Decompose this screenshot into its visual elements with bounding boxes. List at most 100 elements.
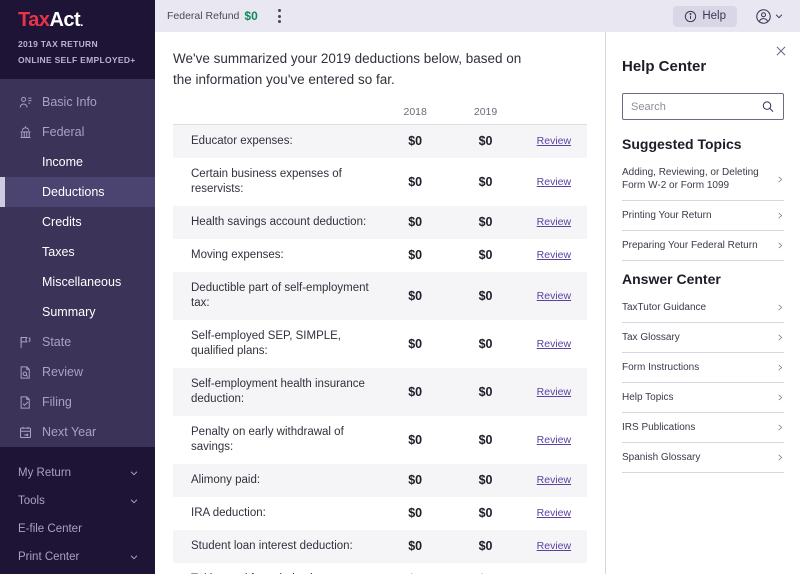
- logo-dot: .: [80, 17, 83, 29]
- sidebar-item-label: E-file Center: [18, 523, 82, 535]
- review-link[interactable]: Review: [537, 176, 571, 188]
- sidebar-item-efile-center[interactable]: E-file Center: [0, 515, 155, 543]
- review-link[interactable]: Review: [537, 290, 571, 302]
- answer-center-item[interactable]: Help Topics: [622, 383, 784, 413]
- close-icon[interactable]: [774, 44, 788, 58]
- row-label: Certain business expenses of reservists:: [191, 168, 342, 195]
- review-link[interactable]: Review: [537, 135, 571, 147]
- info-icon: [685, 10, 697, 22]
- sidebar-subitem-label: Deductions: [42, 185, 105, 199]
- sidebar-item-label: Review: [42, 365, 83, 379]
- row-value-2019: $0: [478, 384, 493, 399]
- sidebar-subitem-deductions[interactable]: Deductions: [0, 177, 155, 207]
- row-value-2018: $0: [408, 174, 423, 189]
- sidebar-subitem-credits[interactable]: Credits: [0, 207, 155, 237]
- review-link[interactable]: Review: [537, 434, 571, 446]
- row-value-2018: $0: [408, 432, 423, 447]
- taxact-logo[interactable]: TaxAct.: [18, 8, 155, 35]
- review-link[interactable]: Review: [537, 338, 571, 350]
- review-link[interactable]: Review: [537, 386, 571, 398]
- deductions-table: 2018 2019 Educator expenses: $0 $0 Revie…: [173, 106, 587, 574]
- row-value-2019: $0: [478, 248, 493, 262]
- search-input[interactable]: [631, 100, 762, 113]
- row-value-2018: $0: [408, 134, 423, 148]
- row-value-2018: $0: [408, 248, 423, 262]
- row-value-2019: $0: [478, 432, 493, 447]
- sidebar-item-tools[interactable]: Tools: [0, 487, 155, 515]
- answer-center-item[interactable]: TaxTutor Guidance: [622, 293, 784, 323]
- sidebar-item-label: My Return: [18, 467, 72, 479]
- help-button[interactable]: Help: [673, 5, 737, 27]
- review-link[interactable]: Review: [537, 540, 571, 552]
- suggested-topic-item[interactable]: Adding, Reviewing, or Deleting Form W-2 …: [622, 158, 784, 201]
- more-options-icon[interactable]: [274, 5, 285, 27]
- sidebar-subitem-label: Miscellaneous: [42, 275, 122, 289]
- row-value-2019: $0: [478, 215, 493, 229]
- sidebar-item-next-year[interactable]: Next Year: [0, 417, 155, 447]
- answer-center-heading: Answer Center: [622, 271, 721, 287]
- federal-refund-label: Federal Refund: [167, 10, 240, 22]
- main-column: Federal Refund $0 Help We've summarized …: [155, 0, 800, 574]
- federal-refund-amount: $0: [244, 9, 258, 23]
- answer-center-item[interactable]: Tax Glossary: [622, 323, 784, 353]
- row-value-2018: $0: [408, 506, 423, 520]
- logo-tax: Tax: [18, 9, 50, 31]
- sidebar-subitem-miscellaneous[interactable]: Miscellaneous: [0, 267, 155, 297]
- sidebar-item-print-center[interactable]: Print Center: [0, 543, 155, 571]
- review-link[interactable]: Review: [537, 249, 571, 261]
- chevron-right-icon: [778, 176, 783, 182]
- answer-center-item[interactable]: Spanish Glossary: [622, 443, 784, 473]
- chevron-down-icon: [775, 14, 783, 19]
- table-row: Tuition and fees deduction: $0 $0 Review: [173, 563, 587, 574]
- answer-center-label: Form Instructions: [622, 362, 700, 373]
- chevron-right-icon: [778, 364, 783, 371]
- sidebar-item-label: Next Year: [42, 425, 97, 439]
- brand-tax-year: 2019 TAX RETURN: [18, 39, 98, 49]
- row-value-2019: $0: [478, 174, 493, 189]
- chevron-right-icon: [778, 212, 783, 219]
- review-link[interactable]: Review: [537, 507, 571, 519]
- row-value-2019: $0: [478, 134, 493, 148]
- chevron-right-icon: [778, 242, 783, 249]
- review-link[interactable]: Review: [537, 474, 571, 486]
- sidebar-item-review[interactable]: Review: [0, 357, 155, 387]
- help-search-box[interactable]: [622, 93, 784, 120]
- row-label: Self-employed SEP, SIMPLE, qualified pla…: [191, 330, 341, 357]
- answer-center-item[interactable]: IRS Publications: [622, 413, 784, 443]
- sidebar-item-label: State: [42, 335, 72, 349]
- row-label: Moving expenses:: [191, 249, 284, 261]
- account-menu[interactable]: [755, 8, 784, 25]
- sidebar-item-federal[interactable]: Federal: [0, 117, 155, 147]
- body-split: We've summarized your 2019 deductions be…: [155, 32, 800, 574]
- row-value-2019: $0: [478, 539, 493, 553]
- table-row: Educator expenses: $0 $0 Review: [173, 124, 587, 158]
- answer-center-item[interactable]: Form Instructions: [622, 353, 784, 383]
- logo-act: Act: [49, 9, 81, 31]
- suggested-topic-item[interactable]: Preparing Your Federal Return: [622, 231, 784, 261]
- sidebar-subitem-income[interactable]: Income: [0, 147, 155, 177]
- sidebar-item-filing[interactable]: Filing: [0, 387, 155, 417]
- row-label: IRA deduction:: [191, 507, 266, 519]
- deductions-content: We've summarized your 2019 deductions be…: [155, 32, 605, 574]
- sidebar-item-state[interactable]: State: [0, 327, 155, 357]
- table-row: IRA deduction: $0 $0 Review: [173, 497, 587, 530]
- brand-product: ONLINE SELF EMPLOYED+: [18, 55, 136, 65]
- row-value-2019: $0: [478, 288, 493, 303]
- row-label: Penalty on early withdrawal of savings:: [191, 426, 344, 453]
- row-label: Deductible part of self-employment tax:: [191, 282, 369, 309]
- row-label: Tuition and fees deduction:: [173, 563, 380, 574]
- suggested-topic-item[interactable]: Printing Your Return: [622, 201, 784, 231]
- sidebar-item-basic-info[interactable]: Basic Info: [0, 87, 155, 117]
- sidebar-subitem-taxes[interactable]: Taxes: [0, 237, 155, 267]
- sidebar-item-my-return[interactable]: My Return: [0, 459, 155, 487]
- table-row: Self-employed SEP, SIMPLE, qualified pla…: [173, 320, 587, 368]
- table-row: Certain business expenses of reservists:…: [173, 158, 587, 206]
- calendar-arrow-icon: [18, 425, 42, 440]
- review-link[interactable]: Review: [537, 216, 571, 228]
- suggested-topic-label: Adding, Reviewing, or Deleting Form W-2 …: [622, 167, 759, 191]
- sidebar-item-label: Filing: [42, 395, 72, 409]
- table-row: Alimony paid: $0 $0 Review: [173, 464, 587, 497]
- column-header-2018: 2018: [380, 106, 451, 125]
- sidebar-subitem-summary[interactable]: Summary: [0, 297, 155, 327]
- search-icon[interactable]: [761, 99, 775, 114]
